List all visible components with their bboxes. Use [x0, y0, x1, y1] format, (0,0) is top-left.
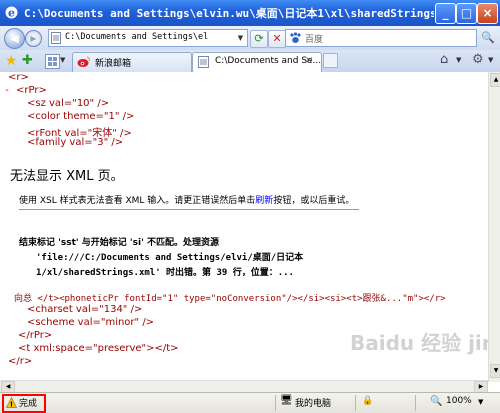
tab-bar: ★ ✚ ▼ 新浪邮箱 C:\Documents and Se... × ⌂ ▼ …: [0, 50, 500, 73]
xml-line: 向总 </t><phoneticPr fontId="1" type="noCo…: [14, 294, 446, 304]
scroll-up-icon[interactable]: ▲: [490, 73, 500, 87]
tools-dropdown-icon[interactable]: ▼: [488, 56, 493, 64]
search-input[interactable]: 百度: [285, 29, 477, 47]
maximize-button[interactable]: □: [456, 3, 477, 24]
security-zone: 我的电脑: [295, 399, 332, 409]
home-dropdown-icon[interactable]: ▼: [456, 56, 461, 64]
xml-line: - <rPr>: [4, 85, 47, 96]
address-bar: ◀ ▶ C:\Documents and Settings\el ▼ ⟳ ✕ 百…: [0, 26, 500, 50]
svg-text:e: e: [8, 7, 15, 20]
error-message-line: 1/xl/sharedStrings.xml' 时出错。第 39 行，位置：..…: [36, 268, 294, 278]
xml-line: <t xml:space="preserve"></t>: [18, 343, 179, 354]
ie-icon: e: [5, 6, 18, 20]
xml-line: <family val="3" />: [27, 137, 124, 148]
minimize-button[interactable]: _: [435, 3, 456, 24]
error-description: 使用 XSL 样式表无法查看 XML 输入。请更正错误然后单击刷新按钮，或以后重…: [19, 196, 355, 206]
page-content: <r> - <rPr> <sz val="10" /> <color theme…: [0, 72, 488, 382]
protected-mode-icon[interactable]: 🔒: [362, 396, 373, 406]
tab-close-icon[interactable]: ×: [305, 55, 313, 66]
baidu-paw-icon: [290, 32, 301, 43]
window-titlebar: e C:\Documents and Settings\elvin.wu\桌面\…: [0, 0, 500, 26]
xml-line: <color theme="1" />: [27, 111, 135, 122]
forward-button[interactable]: ▶: [25, 30, 42, 47]
home-icon[interactable]: ⌂: [440, 52, 448, 67]
warning-icon: !: [6, 397, 17, 408]
divider: [19, 209, 359, 210]
baidu-watermark: Baidu 经验 jingyan.baidu.com: [350, 331, 488, 355]
tab-list-dropdown-icon[interactable]: ▼: [60, 56, 65, 64]
computer-icon: 🖥: [280, 395, 293, 406]
page-icon: [198, 56, 209, 68]
refresh-button[interactable]: ⟳: [250, 30, 268, 48]
quick-tabs-icon[interactable]: [45, 54, 60, 69]
forward-arrow-icon: ▶: [30, 34, 37, 43]
favorites-star-icon[interactable]: ★: [5, 53, 18, 69]
xml-line: <charset val="134" />: [27, 304, 143, 315]
window-title: C:\Documents and Settings\elvin.wu\桌面\日记…: [24, 7, 434, 20]
zoom-level[interactable]: 100%: [446, 396, 472, 406]
magnifier-icon: 🔍: [481, 31, 495, 44]
tools-gear-icon[interactable]: ⚙: [472, 52, 484, 67]
error-message-line: 结束标记 'sst' 与开始标记 'si' 不匹配。处理资源: [19, 238, 220, 248]
url-field[interactable]: C:\Documents and Settings\el ▼: [48, 29, 248, 47]
tab-xml-file[interactable]: C:\Documents and Se... ×: [192, 52, 322, 72]
collapse-toggle[interactable]: -: [4, 85, 16, 96]
error-message-line: 'file:///C:/Documents and Settings/elvi/…: [36, 253, 304, 263]
back-button[interactable]: ◀: [4, 28, 25, 49]
scroll-down-icon[interactable]: ▼: [490, 364, 500, 378]
url-dropdown-icon[interactable]: ▼: [235, 30, 246, 46]
svg-text:!: !: [10, 401, 13, 409]
refresh-icon: ⟳: [254, 32, 264, 45]
close-button[interactable]: ×: [477, 3, 498, 24]
page-icon: [51, 32, 61, 44]
xml-line: </r>: [8, 356, 33, 367]
tab-sina-mail[interactable]: 新浪邮箱: [72, 52, 192, 72]
new-tab-button[interactable]: [323, 53, 338, 68]
xml-line: </rPr>: [18, 330, 53, 341]
xml-line: <r>: [8, 72, 29, 83]
stop-button[interactable]: ✕: [268, 30, 286, 48]
tab-label: 新浪邮箱: [95, 59, 132, 69]
stop-icon: ✕: [272, 32, 282, 45]
refresh-link[interactable]: 刷新: [255, 196, 273, 206]
xml-line: <sz val="10" />: [27, 98, 110, 109]
search-placeholder: 百度: [305, 35, 324, 45]
add-favorite-icon[interactable]: ✚: [22, 53, 33, 68]
zoom-icon: 🔍: [430, 396, 443, 407]
url-text: C:\Documents and Settings\el: [65, 32, 209, 42]
back-arrow-icon: ◀: [10, 32, 19, 45]
error-heading: 无法显示 XML 页。: [10, 169, 124, 184]
vertical-scrollbar[interactable]: ▲ ▼: [488, 72, 500, 382]
search-go-button[interactable]: 🔍: [480, 30, 496, 46]
zoom-dropdown-icon[interactable]: ▼: [478, 398, 483, 406]
status-bar: ! 完成 🖥 我的电脑 🔒 🔍 100% ▼: [0, 392, 500, 413]
xml-line: <scheme val="minor" />: [27, 317, 155, 328]
sina-weibo-icon: [77, 56, 91, 67]
status-text: 完成: [19, 399, 38, 409]
